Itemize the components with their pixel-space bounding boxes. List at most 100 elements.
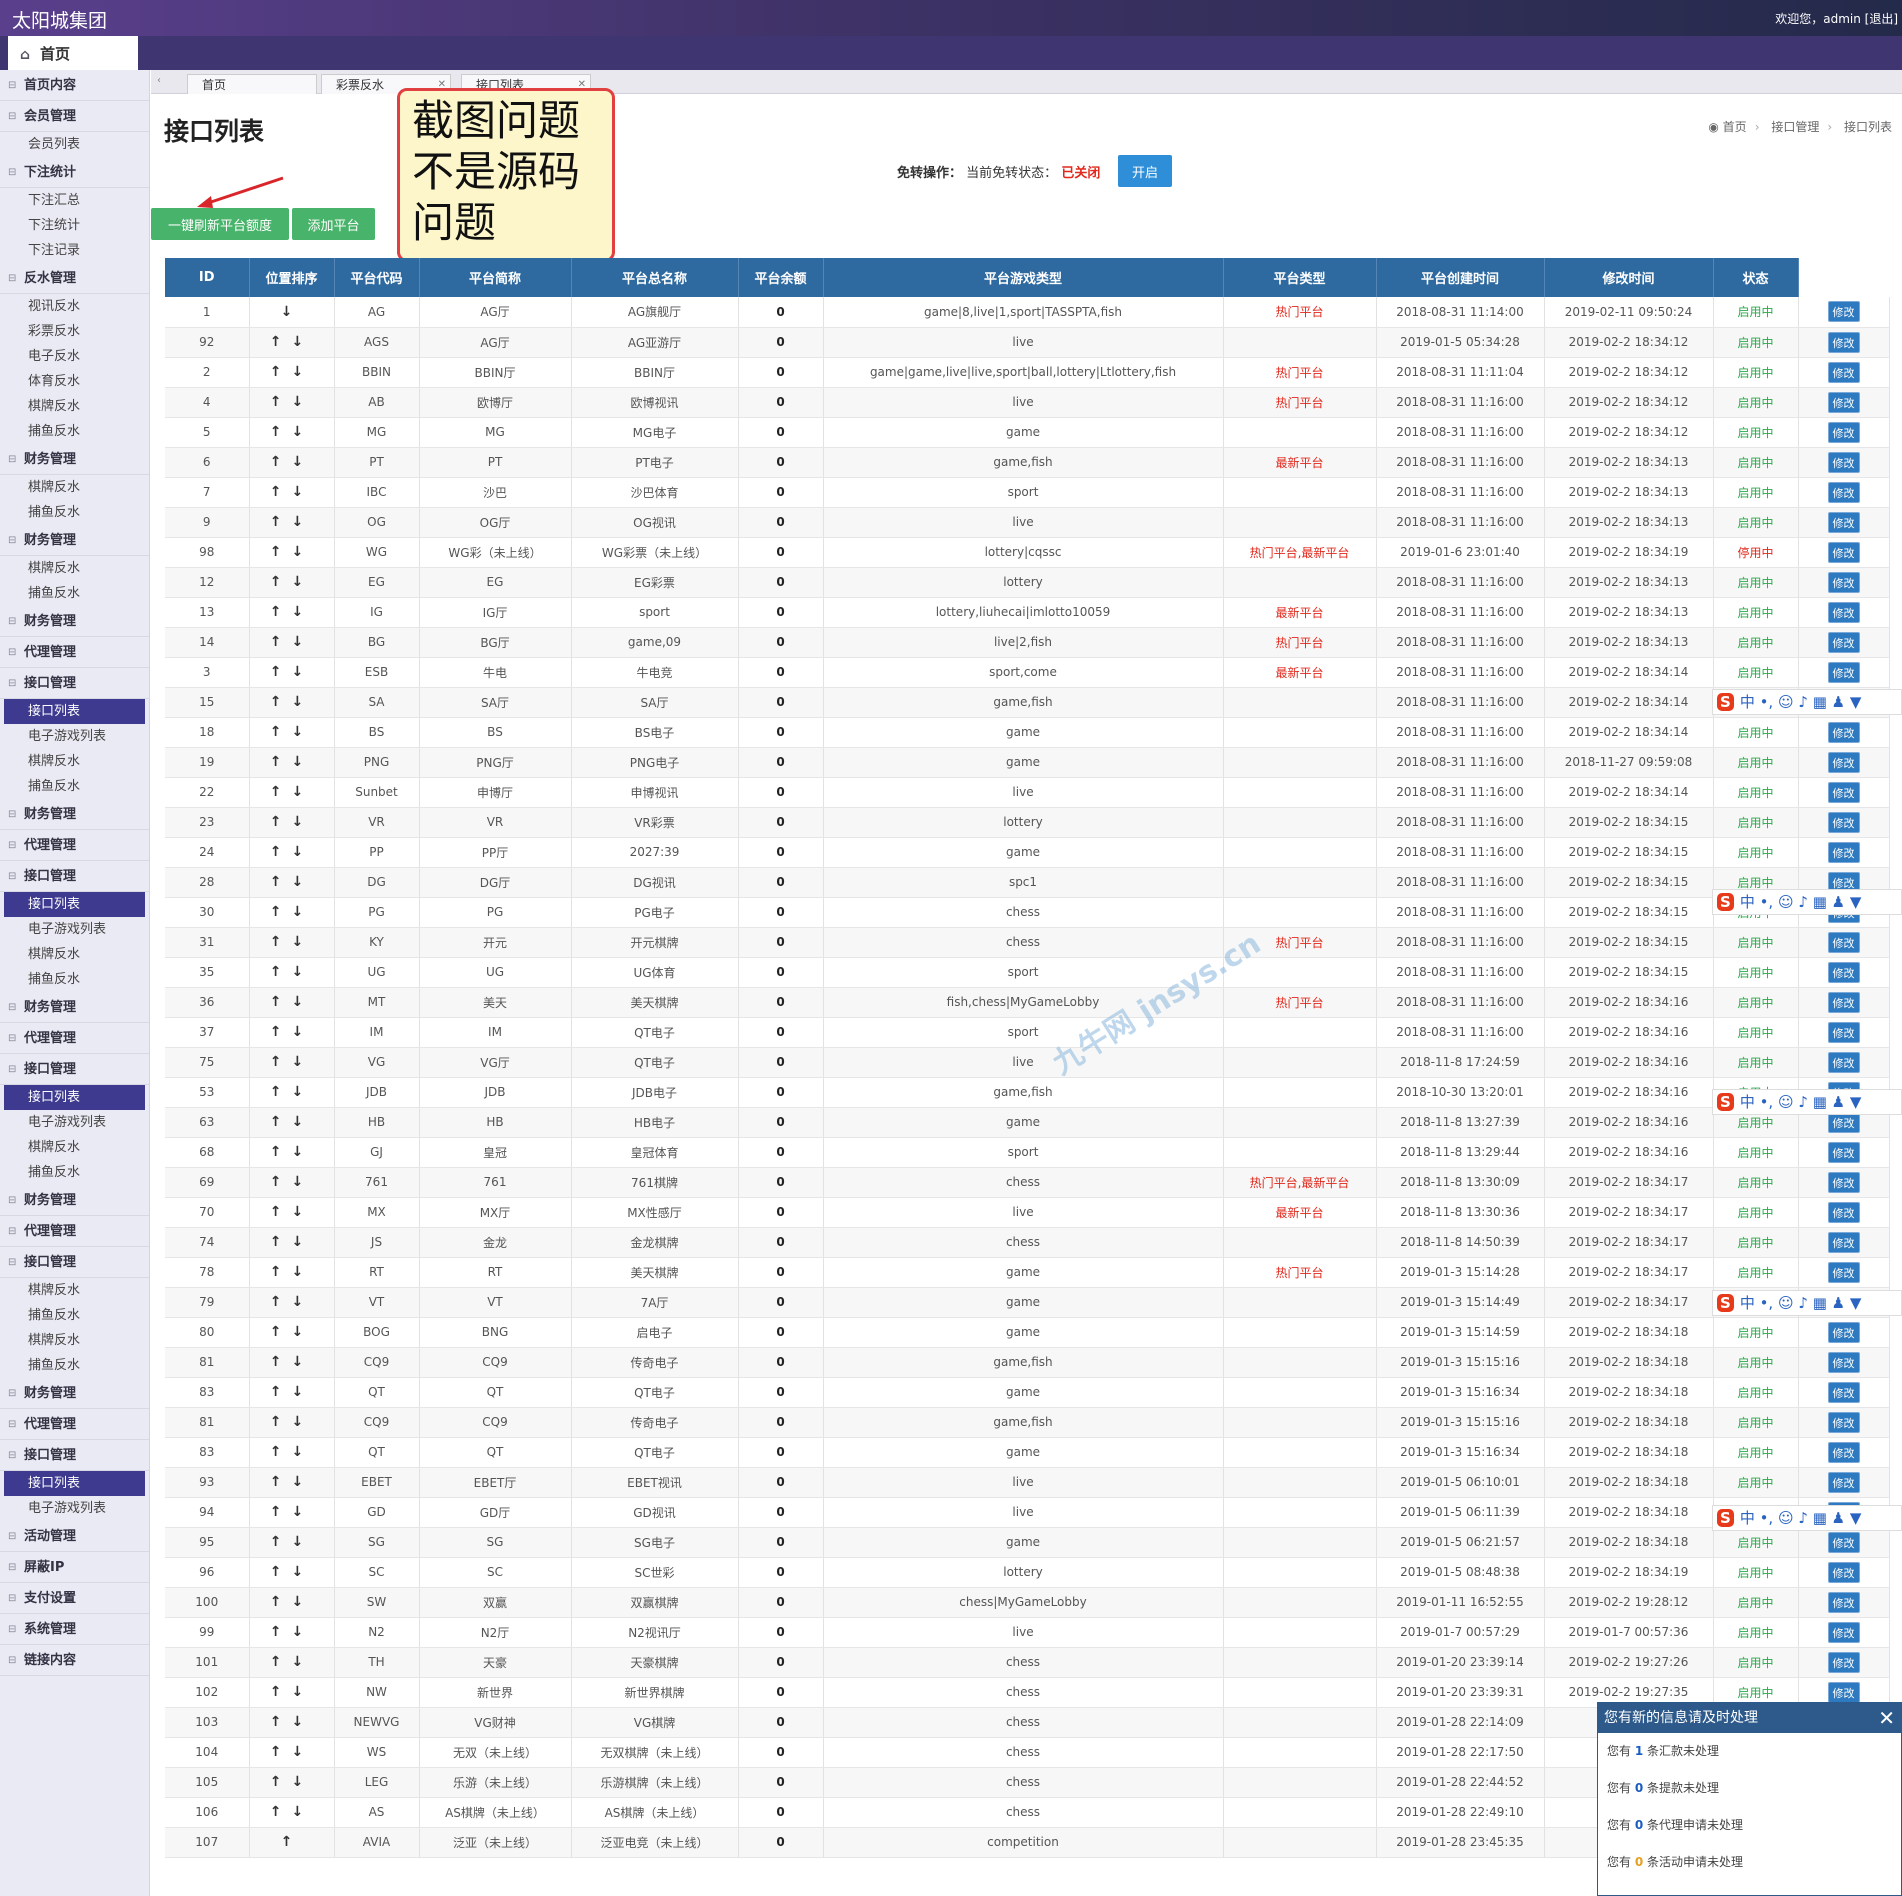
cell-sort-arrows[interactable]: ↑↓: [249, 1527, 335, 1558]
edit-button[interactable]: 修改: [1827, 451, 1860, 473]
cell-sort-arrows[interactable]: ↑↓: [249, 1677, 335, 1708]
cell-sort-arrows[interactable]: ↑↓: [249, 807, 335, 838]
cell-sort-arrows[interactable]: ↑↓: [249, 1107, 335, 1138]
sidebar-item-active[interactable]: 接口列表: [4, 699, 145, 724]
sidebar-group[interactable]: 活动管理: [0, 1521, 149, 1552]
sidebar-item[interactable]: 棋牌反水: [0, 394, 149, 419]
edit-button[interactable]: 修改: [1827, 841, 1860, 863]
cell-sort-arrows[interactable]: ↑↓: [249, 837, 335, 868]
sidebar-item[interactable]: 棋牌反水: [0, 942, 149, 967]
notification-line-withdraw[interactable]: 您有 0 条提款未处理: [1598, 1770, 1901, 1807]
ime-toolbar[interactable]: S 中 •, ☺ ♪ ▦ ♟ ▼: [1712, 1089, 1902, 1115]
cell-sort-arrows[interactable]: ↓: [249, 297, 335, 328]
cell-sort-arrows[interactable]: ↑↓: [249, 447, 335, 478]
sidebar-item[interactable]: 捕鱼反水: [0, 419, 149, 444]
cell-sort-arrows[interactable]: ↑↓: [249, 537, 335, 568]
cell-sort-arrows[interactable]: ↑↓: [249, 1767, 335, 1798]
edit-button[interactable]: 修改: [1827, 1621, 1860, 1643]
sidebar-group[interactable]: 接口管理: [0, 1440, 149, 1471]
sidebar-item[interactable]: 棋牌反水: [0, 1135, 149, 1160]
cell-sort-arrows[interactable]: ↑↓: [249, 1707, 335, 1738]
sidebar-group[interactable]: 下注统计: [0, 157, 149, 188]
cell-sort-arrows[interactable]: ↑↓: [249, 1257, 335, 1288]
cell-sort-arrows[interactable]: ↑↓: [249, 417, 335, 448]
sidebar-group[interactable]: 链接内容: [0, 1645, 149, 1676]
close-icon[interactable]: ✕: [1878, 1703, 1895, 1733]
cell-sort-arrows[interactable]: ↑↓: [249, 357, 335, 388]
sidebar-item[interactable]: 捕鱼反水: [0, 967, 149, 992]
edit-button[interactable]: 修改: [1827, 1561, 1860, 1583]
sidebar-group[interactable]: 接口管理: [0, 668, 149, 699]
edit-button[interactable]: 修改: [1827, 601, 1860, 623]
sidebar-group[interactable]: 代理管理: [0, 1023, 149, 1054]
sidebar-item[interactable]: 会员列表: [0, 132, 149, 157]
cell-sort-arrows[interactable]: ↑↓: [249, 717, 335, 748]
edit-button[interactable]: 修改: [1827, 781, 1860, 803]
sidebar-group[interactable]: 接口管理: [0, 861, 149, 892]
cell-sort-arrows[interactable]: ↑↓: [249, 627, 335, 658]
sidebar-group[interactable]: 财务管理: [0, 1378, 149, 1409]
sidebar-group[interactable]: 财务管理: [0, 799, 149, 830]
sidebar-group[interactable]: 接口管理: [0, 1054, 149, 1085]
cell-sort-arrows[interactable]: ↑↓: [249, 327, 335, 358]
edit-button[interactable]: 修改: [1827, 421, 1860, 443]
add-platform-button[interactable]: 添加平台: [292, 208, 375, 240]
cell-sort-arrows[interactable]: ↑↓: [249, 567, 335, 598]
cell-sort-arrows[interactable]: ↑↓: [249, 1077, 335, 1108]
cell-sort-arrows[interactable]: ↑↓: [249, 1587, 335, 1618]
sidebar-item[interactable]: 捕鱼反水: [0, 1353, 149, 1378]
notification-line-agent[interactable]: 您有 0 条代理申请未处理: [1598, 1807, 1901, 1844]
edit-button[interactable]: 修改: [1827, 1651, 1860, 1673]
cell-sort-arrows[interactable]: ↑↓: [249, 507, 335, 538]
sidebar-group[interactable]: 反水管理: [0, 263, 149, 294]
edit-button[interactable]: 修改: [1827, 481, 1860, 503]
cell-sort-arrows[interactable]: ↑↓: [249, 867, 335, 898]
cell-sort-arrows[interactable]: ↑↓: [249, 1347, 335, 1378]
cell-sort-arrows[interactable]: ↑↓: [249, 1227, 335, 1258]
edit-button[interactable]: 修改: [1827, 1321, 1860, 1343]
ime-toolbar[interactable]: S 中 •, ☺ ♪ ▦ ♟ ▼: [1712, 1505, 1902, 1531]
edit-button[interactable]: 修改: [1827, 1591, 1860, 1613]
edit-button[interactable]: 修改: [1827, 1471, 1860, 1493]
edit-button[interactable]: 修改: [1827, 961, 1860, 983]
sidebar-group[interactable]: 代理管理: [0, 1409, 149, 1440]
edit-button[interactable]: 修改: [1827, 1681, 1860, 1703]
cell-sort-arrows[interactable]: ↑↓: [249, 1287, 335, 1318]
cell-sort-arrows[interactable]: ↑↓: [249, 1317, 335, 1348]
cell-sort-arrows[interactable]: ↑↓: [249, 1497, 335, 1528]
sidebar-item-active[interactable]: 接口列表: [4, 892, 145, 917]
edit-button[interactable]: 修改: [1827, 571, 1860, 593]
edit-button[interactable]: 修改: [1827, 391, 1860, 413]
sidebar-group[interactable]: 财务管理: [0, 606, 149, 637]
sidebar-group[interactable]: 代理管理: [0, 830, 149, 861]
sidebar-group[interactable]: 屏蔽IP: [0, 1552, 149, 1583]
edit-button[interactable]: 修改: [1827, 721, 1860, 743]
cell-sort-arrows[interactable]: ↑↓: [249, 1047, 335, 1078]
edit-button[interactable]: 修改: [1827, 1441, 1860, 1463]
edit-button[interactable]: 修改: [1827, 1261, 1860, 1283]
breadcrumb-interface-mgmt[interactable]: 接口管理: [1771, 120, 1819, 134]
cell-sort-arrows[interactable]: ↑: [249, 1827, 335, 1858]
cell-sort-arrows[interactable]: ↑↓: [249, 987, 335, 1018]
sidebar-item[interactable]: 体育反水: [0, 369, 149, 394]
edit-button[interactable]: 修改: [1827, 1351, 1860, 1373]
edit-button[interactable]: 修改: [1827, 301, 1860, 323]
edit-button[interactable]: 修改: [1827, 661, 1860, 683]
sidebar-item-active[interactable]: 接口列表: [4, 1471, 145, 1496]
edit-button[interactable]: 修改: [1827, 1021, 1860, 1043]
edit-button[interactable]: 修改: [1827, 361, 1860, 383]
sidebar-item[interactable]: 捕鱼反水: [0, 774, 149, 799]
edit-button[interactable]: 修改: [1827, 991, 1860, 1013]
cell-sort-arrows[interactable]: ↑↓: [249, 597, 335, 628]
breadcrumb-home[interactable]: 首页: [1723, 120, 1747, 134]
sidebar-item[interactable]: 棋牌反水: [0, 1278, 149, 1303]
sidebar-group[interactable]: 接口管理: [0, 1247, 149, 1278]
cell-sort-arrows[interactable]: ↑↓: [249, 1467, 335, 1498]
cell-sort-arrows[interactable]: ↑↓: [249, 1137, 335, 1168]
notification-line-activity[interactable]: 您有 0 条活动申请未处理: [1598, 1844, 1901, 1881]
sidebar-item[interactable]: 下注汇总: [0, 188, 149, 213]
sidebar-item[interactable]: 捕鱼反水: [0, 1160, 149, 1185]
sidebar-group[interactable]: 首页内容: [0, 70, 149, 101]
ime-toolbar[interactable]: S 中 •, ☺ ♪ ▦ ♟ ▼: [1712, 1290, 1902, 1316]
sidebar-group[interactable]: 会员管理: [0, 101, 149, 132]
